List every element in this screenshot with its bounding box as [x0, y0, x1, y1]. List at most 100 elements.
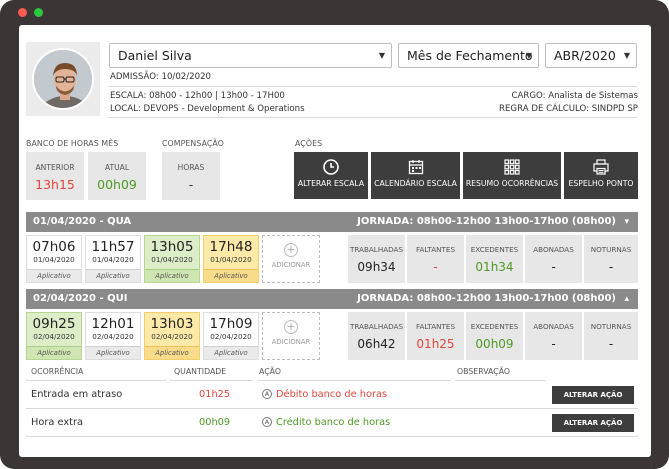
day-date: 01/04/2020 - QUA: [33, 216, 132, 227]
add-punch-button[interactable]: + ADICIONAR: [262, 312, 320, 360]
change-schedule-button[interactable]: ALTERAR ESCALA: [294, 152, 368, 199]
stat-value: 09h34: [357, 260, 396, 274]
punch-card[interactable]: 13h03 02/04/2020 Aplicativo: [144, 312, 200, 360]
employee-select[interactable]: Daniel Silva ▼: [109, 43, 392, 68]
day-journey: JORNADA: 08h00-12h00 13h00-17h00 (08h00): [357, 293, 616, 304]
chevron-down-icon[interactable]: ▾: [624, 212, 629, 232]
occurrence-summary-button[interactable]: RESUMO OCORRÊNCIAS: [463, 152, 561, 199]
punch-date: 01/04/2020: [151, 255, 193, 264]
calendar-icon: [408, 160, 423, 175]
punch-time: 13h03: [150, 316, 194, 332]
punch-date: 02/04/2020: [92, 332, 134, 341]
punch-card[interactable]: 07h06 01/04/2020 Aplicativo: [26, 235, 82, 283]
punch-date: 01/04/2020: [33, 255, 75, 264]
stat-label: TRABALHADAS: [349, 245, 404, 254]
calc-rule-text: REGRA DE CÁLCULO: SINDPD SP: [499, 104, 638, 114]
stat-value: 00h09: [475, 337, 514, 351]
stat-value: 01h34: [475, 260, 514, 274]
stat-label: EXCEDENTES: [470, 245, 519, 254]
stat-label: ABONADAS: [533, 322, 574, 331]
period-type-value: Mês de Fechamento: [407, 48, 533, 63]
stat-missing: FALTANTES -: [407, 235, 464, 283]
punch-date: 02/04/2020: [33, 332, 75, 341]
punch-card[interactable]: 09h25 02/04/2020 Aplicativo: [26, 312, 82, 360]
stat-label: ABONADAS: [533, 245, 574, 254]
stat-label: FALTANTES: [415, 322, 456, 331]
action-text: Débito banco de horas: [276, 389, 388, 400]
current-label: ATUAL: [104, 163, 130, 172]
admission-date: ADMISSÃO: 10/02/2020: [110, 72, 212, 82]
day-journey: JORNADA: 08h00-12h00 13h00-17h00 (08h00): [357, 216, 616, 227]
punch-date: 02/04/2020: [151, 332, 193, 341]
hour-bank-title: BANCO DE HORAS MÊS: [26, 139, 119, 148]
divider: [109, 86, 637, 87]
window-maximize-dot[interactable]: [34, 8, 43, 17]
stat-value: -: [608, 260, 614, 274]
stat-excess: EXCEDENTES 01h34: [466, 235, 523, 283]
day-header-0401[interactable]: 01/04/2020 - QUA JORNADA: 08h00-12h00 13…: [26, 212, 638, 232]
col-action: AÇÃO: [259, 367, 281, 376]
occurrence-quantity: 00h09: [199, 417, 231, 428]
stat-value: -: [433, 260, 438, 274]
punch-card[interactable]: 17h48 01/04/2020 Aplicativo: [203, 235, 259, 283]
change-action-button[interactable]: ALTERAR AÇÃO: [552, 386, 634, 404]
stat-night: NOTURNAS -: [584, 312, 638, 360]
punch-source: Aplicativo: [27, 269, 81, 282]
divider: [26, 408, 638, 409]
employee-photo: [26, 42, 100, 116]
stat-label: EXCEDENTES: [470, 322, 519, 331]
change-action-button[interactable]: ALTERAR AÇÃO: [552, 414, 634, 432]
punch-source: Aplicativo: [145, 346, 199, 359]
add-label: ADICIONAR: [271, 338, 311, 346]
chevron-up-icon[interactable]: ▴: [624, 289, 629, 309]
stat-value: -: [551, 260, 556, 274]
punch-source: Aplicativo: [204, 269, 258, 282]
role-text: CARGO: Analista de Sistemas: [511, 91, 638, 101]
period-type-select[interactable]: Mês de Fechamento ▼: [398, 43, 539, 68]
plus-icon: +: [284, 320, 298, 334]
timesheet-mirror-button[interactable]: ESPELHO PONTO: [564, 152, 638, 199]
schedule-text: ESCALA: 08h00 - 12h00 | 13h00 - 17H00: [110, 91, 285, 101]
punch-source: Aplicativo: [86, 346, 140, 359]
printer-icon: [593, 159, 609, 175]
previous-value: 13h15: [35, 177, 75, 192]
stat-value: -: [551, 337, 556, 351]
stat-worked: TRABALHADAS 06h42: [348, 312, 405, 360]
button-label: RESUMO OCORRÊNCIAS: [465, 179, 559, 188]
col-quantity: QUANTIDADE: [174, 367, 227, 376]
schedule-calendar-button[interactable]: CALENDÁRIO ESCALA: [371, 152, 460, 199]
divider: [26, 380, 166, 381]
divider: [257, 380, 451, 381]
stat-label: NOTURNAS: [590, 245, 632, 254]
stat-label: FALTANTES: [415, 245, 456, 254]
punch-card[interactable]: 11h57 01/04/2020 Aplicativo: [85, 235, 141, 283]
punch-source: Aplicativo: [86, 269, 140, 282]
clock-icon: [323, 159, 339, 175]
action-text: Crédito banco de horas: [276, 417, 391, 428]
day-date: 02/04/2020 - QUI: [33, 293, 128, 304]
auto-icon: A: [262, 389, 272, 399]
punch-card[interactable]: 17h09 02/04/2020 Aplicativo: [203, 312, 259, 360]
stat-label: TRABALHADAS: [349, 322, 404, 331]
button-label: CALENDÁRIO ESCALA: [374, 179, 457, 188]
app-window: Daniel Silva ▼ Mês de Fechamento ▼ ABR/2…: [0, 0, 669, 469]
punch-time: 12h01: [91, 316, 135, 332]
punch-source: Aplicativo: [204, 346, 258, 359]
add-punch-button[interactable]: + ADICIONAR: [262, 235, 320, 283]
day-header-0402[interactable]: 02/04/2020 - QUI JORNADA: 08h00-12h00 13…: [26, 289, 638, 309]
punch-card[interactable]: 12h01 02/04/2020 Aplicativo: [85, 312, 141, 360]
chevron-down-icon: ▼: [623, 51, 630, 60]
stat-label: NOTURNAS: [590, 322, 632, 331]
punch-time: 17h09: [209, 316, 253, 332]
punch-card[interactable]: 13h05 01/04/2020 Aplicativo: [144, 235, 200, 283]
stat-excess: EXCEDENTES 00h09: [466, 312, 523, 360]
divider: [26, 436, 638, 437]
occurrence-action: A Débito banco de horas: [262, 389, 387, 400]
occurrence-name: Entrada em atraso: [31, 389, 123, 400]
hours-value: -: [188, 177, 194, 192]
month-select[interactable]: ABR/2020 ▼: [545, 43, 637, 68]
window-close-dot[interactable]: [18, 8, 27, 17]
punch-date: 02/04/2020: [210, 332, 252, 341]
punch-source: Aplicativo: [145, 269, 199, 282]
stat-value: -: [608, 337, 614, 351]
